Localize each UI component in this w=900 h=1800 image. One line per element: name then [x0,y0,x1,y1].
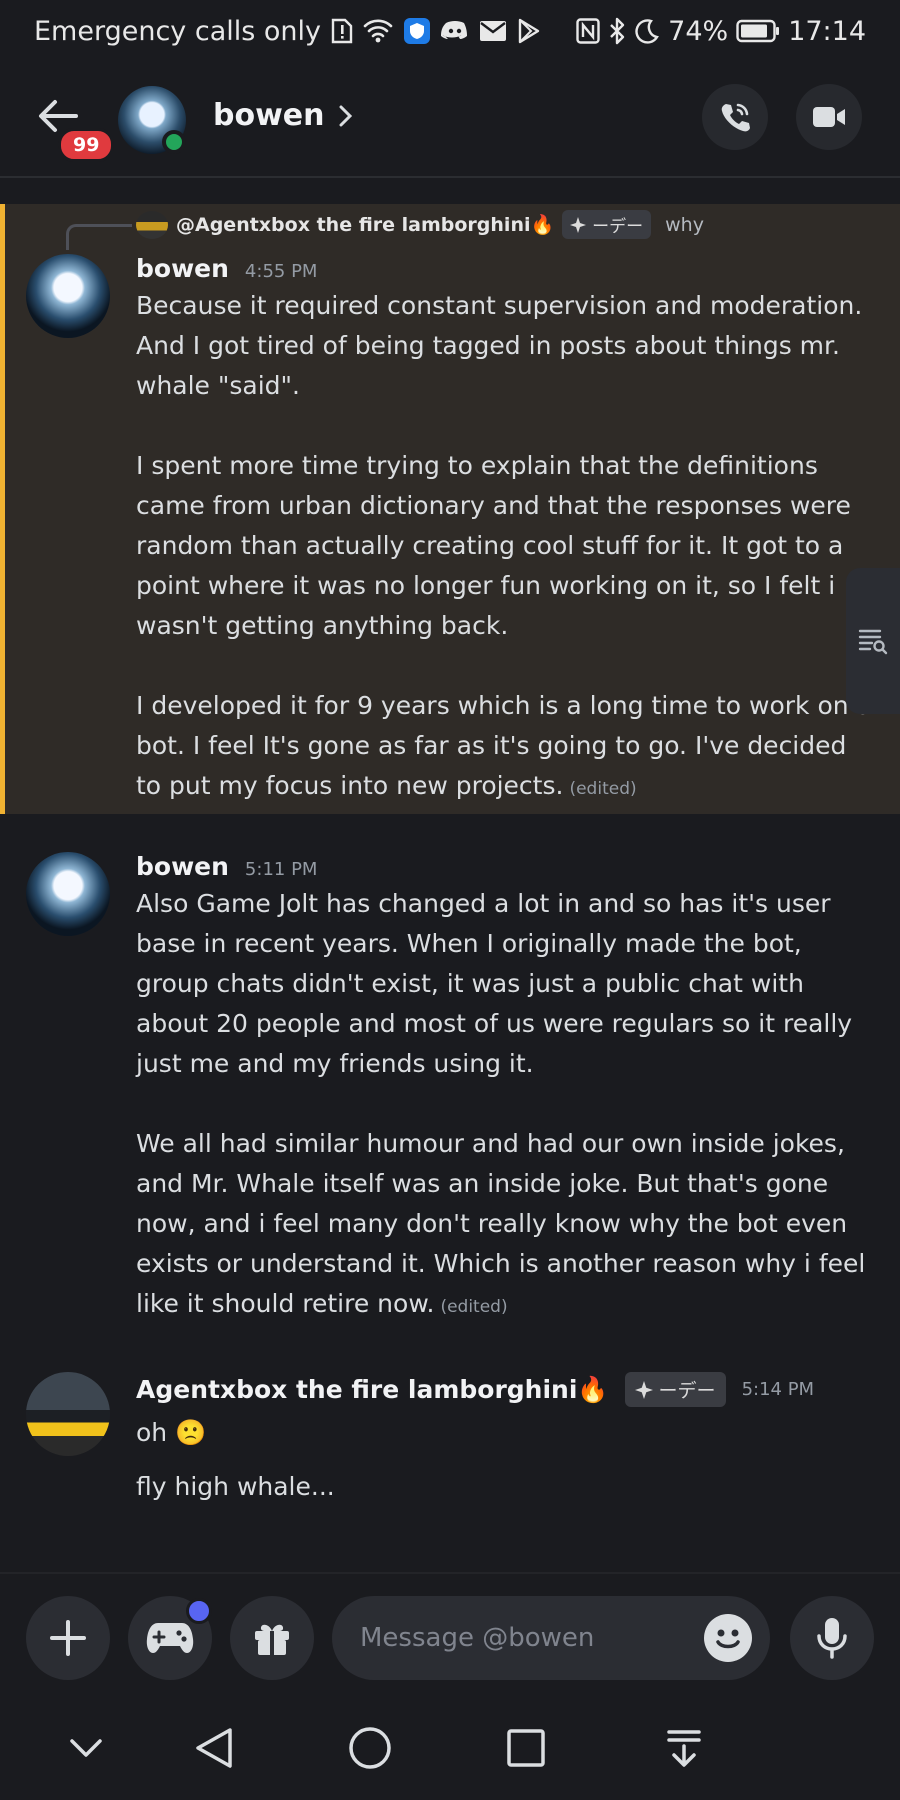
message-content: Also Game Jolt has changed a lot in and … [136,884,876,1327]
video-camera-icon [813,107,845,127]
chevron-down-icon [70,1739,102,1757]
chevron-right-icon [339,105,352,126]
search-messages-tab[interactable] [846,568,900,714]
vpn-shield-icon [403,17,431,45]
bluetooth-icon [608,17,626,45]
role-tag: ーデー [624,1372,726,1407]
message-list[interactable]: @Agentxbox the fire lamborghini🔥 ーデー why… [0,180,900,1570]
video-call-button[interactable] [796,84,862,150]
battery-percent: 74% [668,15,729,47]
voice-call-button[interactable] [702,84,768,150]
message-line: fly high whale... [136,1472,335,1501]
message-author[interactable]: Agentxbox the fire lamborghini🔥 [136,1375,609,1405]
edited-label: (edited) [569,779,637,799]
circle-home-icon [349,1727,391,1769]
nav-back-button[interactable] [186,1720,242,1776]
list-search-icon [858,629,888,655]
pull-down-icon [667,1730,701,1767]
avatar[interactable] [26,1372,110,1456]
sparkle-icon [570,216,587,233]
message-author[interactable]: bowen [136,254,229,283]
emoji-button[interactable] [704,1614,752,1662]
do-not-disturb-moon-icon [634,17,660,45]
sparkle-icon [634,1380,653,1399]
reply-reference[interactable]: @Agentxbox the fire lamborghini🔥 ーデー why [136,210,704,239]
message-paragraph: I developed it for 9 years which is a lo… [136,691,872,800]
nfc-icon [576,17,600,45]
nav-home-button[interactable] [342,1720,398,1776]
message-paragraph: We all had similar humour and had our ow… [136,1129,866,1318]
nav-recents-button[interactable] [498,1720,554,1776]
message-input-container[interactable] [332,1596,770,1680]
avatar[interactable] [26,852,110,936]
message-content: oh 🙁 fly high whale... [136,1406,876,1514]
role-tag-text: ーデー [658,1380,716,1402]
notification-shade-button[interactable] [656,1720,712,1776]
channel-title-text: bowen [213,98,325,133]
plus-icon [50,1620,86,1656]
play-store-icon [517,17,541,45]
notification-dot [186,1598,212,1624]
message-timestamp: 5:11 PM [244,859,318,880]
discord-icon [441,17,469,45]
hide-keyboard-button[interactable] [58,1720,114,1776]
channel-title[interactable]: bowen [213,98,353,133]
message-input[interactable] [360,1623,680,1653]
message-composer [0,1572,900,1694]
smiley-icon [716,1629,740,1649]
triangle-back-icon [196,1728,232,1768]
mail-icon [479,17,507,45]
message-paragraph: Because it required constant supervision… [136,291,863,400]
microphone-icon [817,1618,847,1659]
voice-message-button[interactable] [790,1596,874,1680]
online-status-dot [162,130,186,154]
reply-avatar [136,210,168,239]
unread-badge: 99 [58,128,115,162]
role-tag: ーデー [562,210,652,239]
battery-icon [736,17,780,45]
gamepad-icon [146,1623,194,1653]
add-attachment-button[interactable] [26,1596,110,1680]
role-tag-text: ーデー [592,217,644,237]
carrier-text: Emergency calls only [34,15,322,47]
gift-icon [255,1624,289,1655]
status-bar: Emergency calls only 74% 17:14 [0,0,900,62]
message-line: oh 🙁 [136,1418,207,1447]
reply-connector [66,224,132,250]
message-paragraph: Also Game Jolt has changed a lot in and … [136,889,853,1078]
sim-alert-icon [331,17,353,45]
message-paragraph: I spent more time trying to explain that… [136,451,851,640]
reply-text: why [665,213,704,236]
clock: 17:14 [788,15,866,47]
avatar[interactable] [26,254,110,338]
system-navigation-bar [0,1694,900,1800]
message-content: Because it required constant supervision… [136,286,876,809]
chat-header: 99 bowen [0,62,900,178]
edited-label: (edited) [440,1297,508,1317]
wifi-icon [363,17,393,45]
gift-button[interactable] [230,1596,314,1680]
reply-author: @Agentxbox the fire lamborghini🔥 [176,214,555,236]
message-author[interactable]: bowen [136,852,229,881]
phone-call-icon [721,103,750,132]
message-timestamp: 4:55 PM [244,261,318,282]
square-recents-icon [507,1729,545,1767]
message-timestamp: 5:14 PM [741,1379,815,1400]
